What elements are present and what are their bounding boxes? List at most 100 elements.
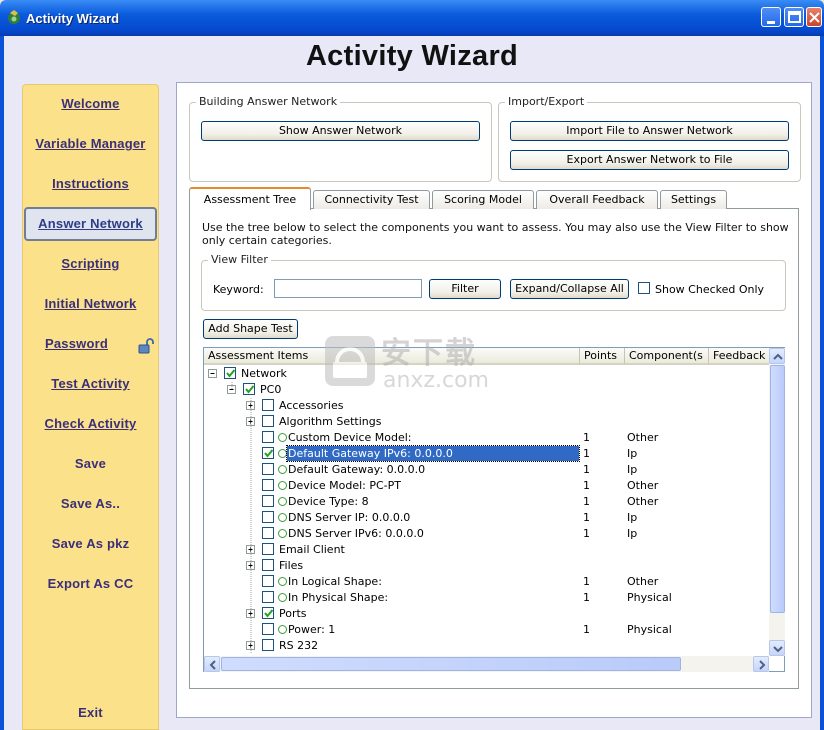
tree-checkbox[interactable] xyxy=(262,639,274,651)
sidebar-item-export-as-cc[interactable]: Export As CC xyxy=(22,570,159,598)
filter-button[interactable]: Filter xyxy=(429,279,501,299)
scroll-right-button[interactable] xyxy=(753,656,769,672)
component-cell: Other xyxy=(627,575,659,588)
tree-checkbox[interactable] xyxy=(262,415,274,427)
tab-connectivity-test[interactable]: Connectivity Test xyxy=(313,190,430,209)
expand-icon[interactable] xyxy=(246,609,255,618)
view-filter-label: View Filter xyxy=(208,253,271,266)
add-shape-test-button[interactable]: Add Shape Test xyxy=(203,319,298,339)
close-button[interactable] xyxy=(806,7,822,27)
tree-checkbox[interactable] xyxy=(262,495,274,507)
tab-overall-feedback[interactable]: Overall Feedback xyxy=(536,190,658,209)
points-cell: 1 xyxy=(583,495,590,508)
scroll-down-button[interactable] xyxy=(769,640,785,656)
tree-checkbox[interactable] xyxy=(262,511,274,523)
tab-scoring-model[interactable]: Scoring Model xyxy=(432,190,534,209)
minimize-button[interactable] xyxy=(761,7,781,27)
tree-row-label[interactable]: Custom Device Model: xyxy=(288,430,412,445)
tree-checkbox[interactable] xyxy=(243,383,255,395)
component-cell: Other xyxy=(627,431,659,444)
sidebar-item-save[interactable]: Save xyxy=(22,450,159,478)
maximize-button[interactable] xyxy=(784,7,804,27)
export-file-button[interactable]: Export Answer Network to File xyxy=(510,150,789,170)
tree-row-label[interactable]: Email Client xyxy=(279,542,345,557)
title-bar[interactable] xyxy=(0,0,824,36)
scroll-up-button[interactable] xyxy=(769,348,785,364)
column-header-components[interactable]: Component(s xyxy=(625,348,709,365)
tree-checkbox[interactable] xyxy=(262,607,274,619)
tree-checkbox[interactable] xyxy=(262,591,274,603)
tree-checkbox[interactable] xyxy=(224,367,236,379)
tree-row-label[interactable]: Device Model: PC-PT xyxy=(288,478,401,493)
expand-collapse-all-button[interactable]: Expand/Collapse All xyxy=(510,279,629,299)
tree-checkbox[interactable] xyxy=(262,479,274,491)
component-cell: Ip xyxy=(627,447,638,460)
sidebar-item-save-as-pkz[interactable]: Save As pkz xyxy=(22,530,159,558)
tree-row-label[interactable]: Device Type: 8 xyxy=(288,494,369,509)
import-export-group xyxy=(498,102,801,182)
scroll-left-button[interactable] xyxy=(204,656,220,672)
sidebar-item-save-as[interactable]: Save As.. xyxy=(22,490,159,518)
assessment-description: Use the tree below to select the compone… xyxy=(202,221,789,247)
expand-icon[interactable] xyxy=(246,417,255,426)
tree-checkbox[interactable] xyxy=(262,463,274,475)
sidebar-item-check-activity[interactable]: Check Activity xyxy=(22,410,159,438)
column-header-points[interactable]: Points xyxy=(580,348,625,365)
tree-row-label[interactable]: DNS Server IPv6: 0.0.0.0 xyxy=(288,526,424,541)
show-checked-only-checkbox[interactable] xyxy=(638,282,650,294)
sidebar-item-instructions[interactable]: Instructions xyxy=(22,170,159,198)
tree-row-label[interactable]: Ports xyxy=(279,606,307,621)
sidebar-item-label: Answer Network xyxy=(38,216,143,231)
tab-settings[interactable]: Settings xyxy=(660,190,727,209)
tree-row-label[interactable]: In Physical Shape: xyxy=(288,590,388,605)
leaf-node-icon xyxy=(278,481,287,490)
points-cell: 1 xyxy=(583,591,590,604)
sidebar-item-initial-network[interactable]: Initial Network xyxy=(22,290,159,318)
tree-row-label[interactable]: DNS Server IP: 0.0.0.0 xyxy=(288,510,410,525)
collapse-icon[interactable] xyxy=(208,369,217,378)
tree-checkbox[interactable] xyxy=(262,559,274,571)
sidebar-item-welcome[interactable]: Welcome xyxy=(22,90,159,118)
tree-checkbox[interactable] xyxy=(262,527,274,539)
column-header-feedback[interactable]: Feedback xyxy=(709,348,771,365)
sidebar-item-exit[interactable]: Exit xyxy=(22,699,159,727)
sidebar-item-scripting[interactable]: Scripting xyxy=(22,250,159,278)
sidebar-item-password[interactable]: Password xyxy=(8,330,145,358)
tree-row-label[interactable]: Network xyxy=(241,366,287,381)
vertical-scroll-thumb[interactable] xyxy=(770,365,785,613)
tree-row-label[interactable]: In Logical Shape: xyxy=(288,574,382,589)
sidebar-item-variable-manager[interactable]: Variable Manager xyxy=(22,130,159,158)
expand-icon[interactable] xyxy=(246,561,255,570)
keyword-input[interactable] xyxy=(274,279,422,298)
tree-row-label[interactable]: PC0 xyxy=(260,382,281,397)
tree-checkbox[interactable] xyxy=(262,447,274,459)
expand-icon[interactable] xyxy=(246,641,255,650)
import-file-button[interactable]: Import File to Answer Network xyxy=(510,121,789,141)
expand-icon[interactable] xyxy=(246,401,255,410)
sidebar-item-label: Instructions xyxy=(52,176,129,191)
horizontal-scroll-thumb[interactable] xyxy=(221,657,681,671)
building-group-label: Building Answer Network xyxy=(196,95,341,108)
sidebar-item-label: Initial Network xyxy=(44,296,137,311)
leaf-node-icon xyxy=(278,529,287,538)
tree-row-label[interactable]: Files xyxy=(279,558,303,573)
tree-row-label[interactable]: Default Gateway: 0.0.0.0 xyxy=(288,462,425,477)
tree-row-label[interactable]: RS 232 xyxy=(279,638,318,653)
app-icon xyxy=(6,9,22,25)
tree-checkbox[interactable] xyxy=(262,399,274,411)
tree-row-label[interactable]: Algorithm Settings xyxy=(279,414,382,429)
show-checked-only-label: Show Checked Only xyxy=(655,283,765,296)
sidebar-item-answer-network[interactable]: Answer Network xyxy=(24,207,157,241)
expand-icon[interactable] xyxy=(246,545,255,554)
show-answer-network-button[interactable]: Show Answer Network xyxy=(201,121,480,141)
tree-checkbox[interactable] xyxy=(262,543,274,555)
collapse-icon[interactable] xyxy=(227,385,236,394)
tree-checkbox[interactable] xyxy=(262,623,274,635)
tree-row-label[interactable]: Power: 1 xyxy=(288,622,335,637)
tab-assessment-tree[interactable]: Assessment Tree xyxy=(189,187,311,210)
sidebar-item-test-activity[interactable]: Test Activity xyxy=(22,370,159,398)
tree-row-label[interactable]: Default Gateway IPv6: 0.0.0.0 xyxy=(286,445,580,462)
tree-checkbox[interactable] xyxy=(262,575,274,587)
keyword-label: Keyword: xyxy=(213,283,264,296)
tree-checkbox[interactable] xyxy=(262,431,274,443)
